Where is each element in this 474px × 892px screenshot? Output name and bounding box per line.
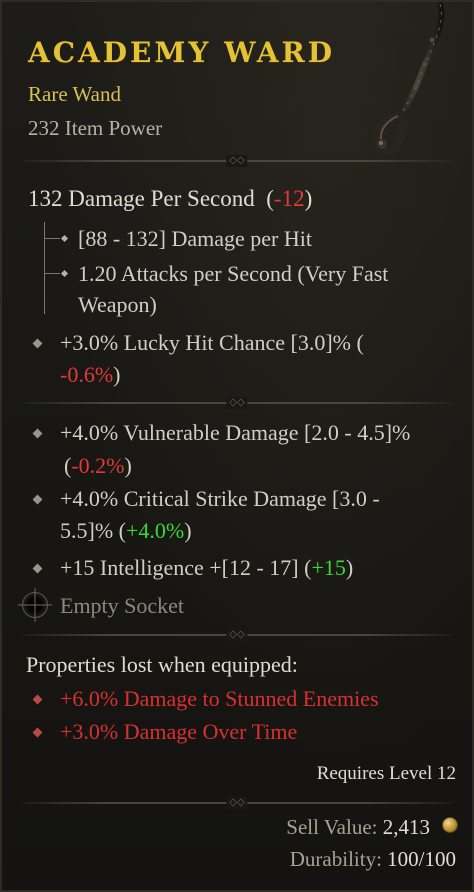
required-level: Requires Level 12: [316, 763, 456, 784]
wand-icon: [373, 2, 445, 156]
bullet-icon: [32, 338, 43, 349]
durability: Durability: 100/100: [290, 847, 456, 872]
divider-ornament-icon: ◇◇: [226, 397, 248, 409]
implicit-close-paren: ): [113, 362, 121, 387]
dps-label: 132 Damage Per Second: [28, 186, 255, 211]
affix-close-paren: ): [124, 453, 132, 478]
dps-line: 132 Damage Per Second (-12): [28, 186, 312, 212]
lost-property-item: +3.0% Damage Over Time: [60, 719, 298, 744]
attack-speed-line1: 1.20 Attacks per Second (Very Fast: [78, 261, 389, 286]
implicit-line2: -0.6%): [60, 362, 120, 388]
bullet-icon: [32, 428, 43, 439]
bullet-icon: [32, 694, 43, 705]
affix-int-prefix: +15 Intelligence +[12 - 17] (: [60, 555, 312, 580]
socket-label: Empty Socket: [60, 593, 185, 618]
sell-value-label: Sell Value:: [286, 815, 378, 839]
dps-open-paren: (: [266, 186, 274, 211]
affix-vulnerable-line1: +4.0% Vulnerable Damage [2.0 - 4.5]%: [60, 420, 411, 445]
bullet-icon: [60, 269, 69, 278]
sell-value-amount: 2,413: [382, 815, 430, 839]
tree-line-vertical: [44, 222, 45, 314]
divider-ornament-icon: ◇◇: [226, 629, 248, 641]
item-rarity: Rare Wand: [28, 82, 121, 106]
item-name: ACADEMY WARD: [28, 36, 336, 69]
gold-coin-icon: [442, 817, 458, 833]
dps-close-paren: ): [304, 186, 313, 211]
dps-delta: -12: [273, 186, 305, 211]
affix-crit-line2: 5.5]% (+4.0%): [60, 518, 192, 544]
divider-ornament-icon: ◇◇: [226, 797, 248, 809]
durability-value: 100/100: [387, 847, 456, 871]
affix-close-paren: ): [345, 555, 354, 580]
item-tooltip: ACADEMY WARD Rare Wand 232 Item Power ◇◇…: [0, 0, 474, 892]
attack-speed-line2: Weapon): [78, 292, 157, 317]
divider: ◇◇: [22, 797, 452, 809]
divider-ornament-icon: ◇◇: [226, 155, 248, 167]
divider: ◇◇: [22, 155, 452, 167]
bullet-icon: [32, 727, 43, 738]
implicit-delta: -0.6%: [60, 362, 114, 387]
affix-vulnerable-delta: -0.2%: [71, 453, 125, 478]
affix-crit-prefix: 5.5]% (: [60, 518, 126, 543]
affix-close-paren: ): [184, 518, 192, 543]
damage-per-hit: [88 - 132] Damage per Hit: [78, 226, 312, 251]
tree-line-branch: [44, 273, 60, 274]
lost-property-item: +6.0% Damage to Stunned Enemies: [60, 686, 379, 711]
affix-intelligence: +15 Intelligence +[12 - 17] (+15): [60, 555, 353, 581]
sell-value: Sell Value: 2,413: [286, 815, 430, 840]
implicit-line1: +3.0% Lucky Hit Chance [3.0]% (: [60, 330, 364, 355]
affix-vulnerable-line2: (-0.2%): [64, 453, 132, 479]
lost-properties-heading: Properties lost when equipped:: [26, 652, 298, 677]
socket-icon: [22, 592, 48, 618]
affix-crit-delta: +4.0%: [125, 518, 185, 543]
durability-label: Durability:: [289, 847, 382, 871]
bullet-icon: [60, 234, 69, 243]
affix-crit-line1: +4.0% Critical Strike Damage [3.0 -: [60, 486, 380, 511]
bullet-icon: [32, 563, 43, 574]
divider: ◇◇: [22, 629, 452, 641]
divider: ◇◇: [22, 397, 452, 409]
affix-int-delta: +15: [311, 555, 346, 580]
bullet-icon: [32, 494, 43, 505]
tree-line-branch: [44, 238, 60, 239]
item-power: 232 Item Power: [28, 116, 163, 140]
